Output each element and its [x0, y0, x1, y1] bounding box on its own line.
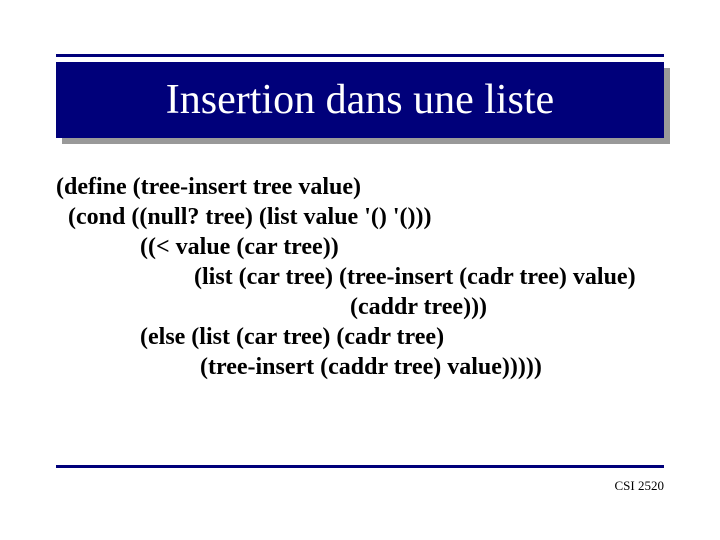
code-line-7: (tree-insert (caddr tree) value))))): [56, 352, 664, 382]
code-line-1: (define (tree-insert tree value): [56, 172, 664, 202]
code-line-2: (cond ((null? tree) (list value '() '())…: [56, 202, 664, 232]
top-rule: [56, 54, 664, 57]
code-line-3: ((< value (car tree)): [56, 232, 664, 262]
code-define-keyword: (define: [56, 174, 133, 200]
title-box: Insertion dans une liste: [56, 62, 664, 138]
code-define-signature: (tree-insert tree value): [133, 174, 361, 200]
footer-label: CSI 2520: [615, 478, 664, 494]
code-line-6: (else (list (car tree) (cadr tree): [56, 322, 664, 352]
code-line-5: (caddr tree))): [56, 292, 664, 322]
slide: Insertion dans une liste (define (tree-i…: [0, 0, 720, 540]
slide-title: Insertion dans une liste: [166, 76, 554, 124]
bottom-rule: [56, 465, 664, 468]
code-line-4: (list (car tree) (tree-insert (cadr tree…: [56, 262, 664, 292]
code-block: (define (tree-insert tree value) (cond (…: [56, 172, 664, 382]
